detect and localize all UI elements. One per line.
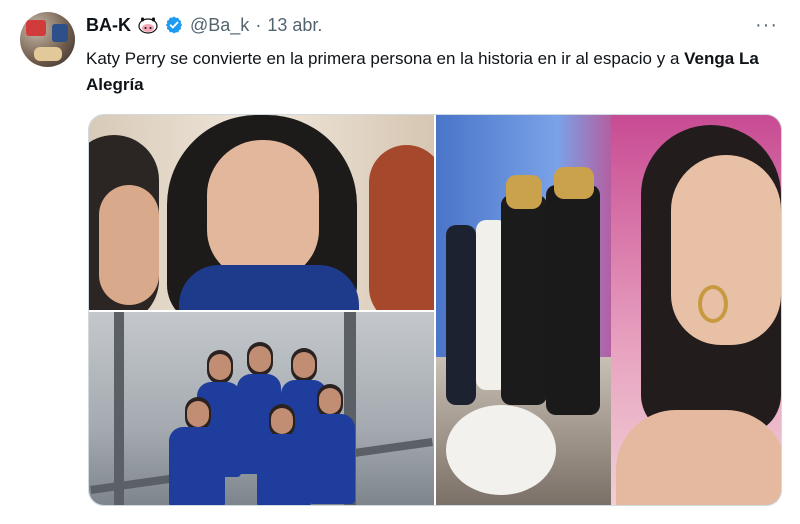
author-handle[interactable]: @Ba_k (190, 15, 249, 36)
image-shape (309, 414, 355, 504)
more-icon[interactable]: ··· (755, 14, 778, 37)
media-image-1[interactable] (89, 115, 434, 310)
image-shape (169, 427, 225, 505)
image-shape (187, 401, 209, 427)
cow-emoji-icon (137, 16, 159, 34)
image-shape (506, 175, 542, 209)
tweet-text: Katy Perry se convierte en la primera pe… (86, 46, 786, 98)
image-shape (546, 185, 600, 415)
image-shape (698, 285, 728, 323)
tweet-date[interactable]: 13 abr. (267, 15, 322, 36)
image-shape (319, 388, 341, 414)
avatar[interactable] (20, 12, 75, 67)
avatar-shape (34, 47, 62, 61)
image-shape (446, 225, 476, 405)
tweet-header: BA-K @Ba_k · 13 abr. (86, 13, 322, 37)
image-shape (99, 185, 159, 305)
image-shape (179, 265, 359, 310)
image-shape (114, 312, 124, 505)
image-shape (209, 354, 231, 380)
image-shape (446, 405, 556, 495)
verified-badge-icon (164, 15, 184, 35)
image-shape (671, 155, 781, 345)
image-shape (501, 195, 547, 405)
image-shape (554, 167, 594, 199)
image-shape (369, 145, 434, 310)
image-shape (293, 352, 315, 378)
image-shape (249, 346, 271, 372)
avatar-shape (52, 24, 68, 42)
avatar-shape (26, 20, 46, 36)
media-image-3[interactable] (436, 115, 781, 505)
separator-dot: · (255, 14, 262, 35)
tweet-text-plain: Katy Perry se convierte en la primera pe… (86, 49, 685, 68)
author-name[interactable]: BA-K (86, 15, 131, 36)
image-shape (616, 410, 781, 505)
image-shape (271, 408, 293, 434)
image-shape (207, 140, 319, 280)
tweet-card[interactable]: BA-K @Ba_k · 13 abr. ··· Katy Perry se c… (0, 0, 800, 524)
media-grid (88, 114, 782, 506)
media-image-2[interactable] (89, 312, 434, 505)
image-shape (257, 434, 311, 505)
